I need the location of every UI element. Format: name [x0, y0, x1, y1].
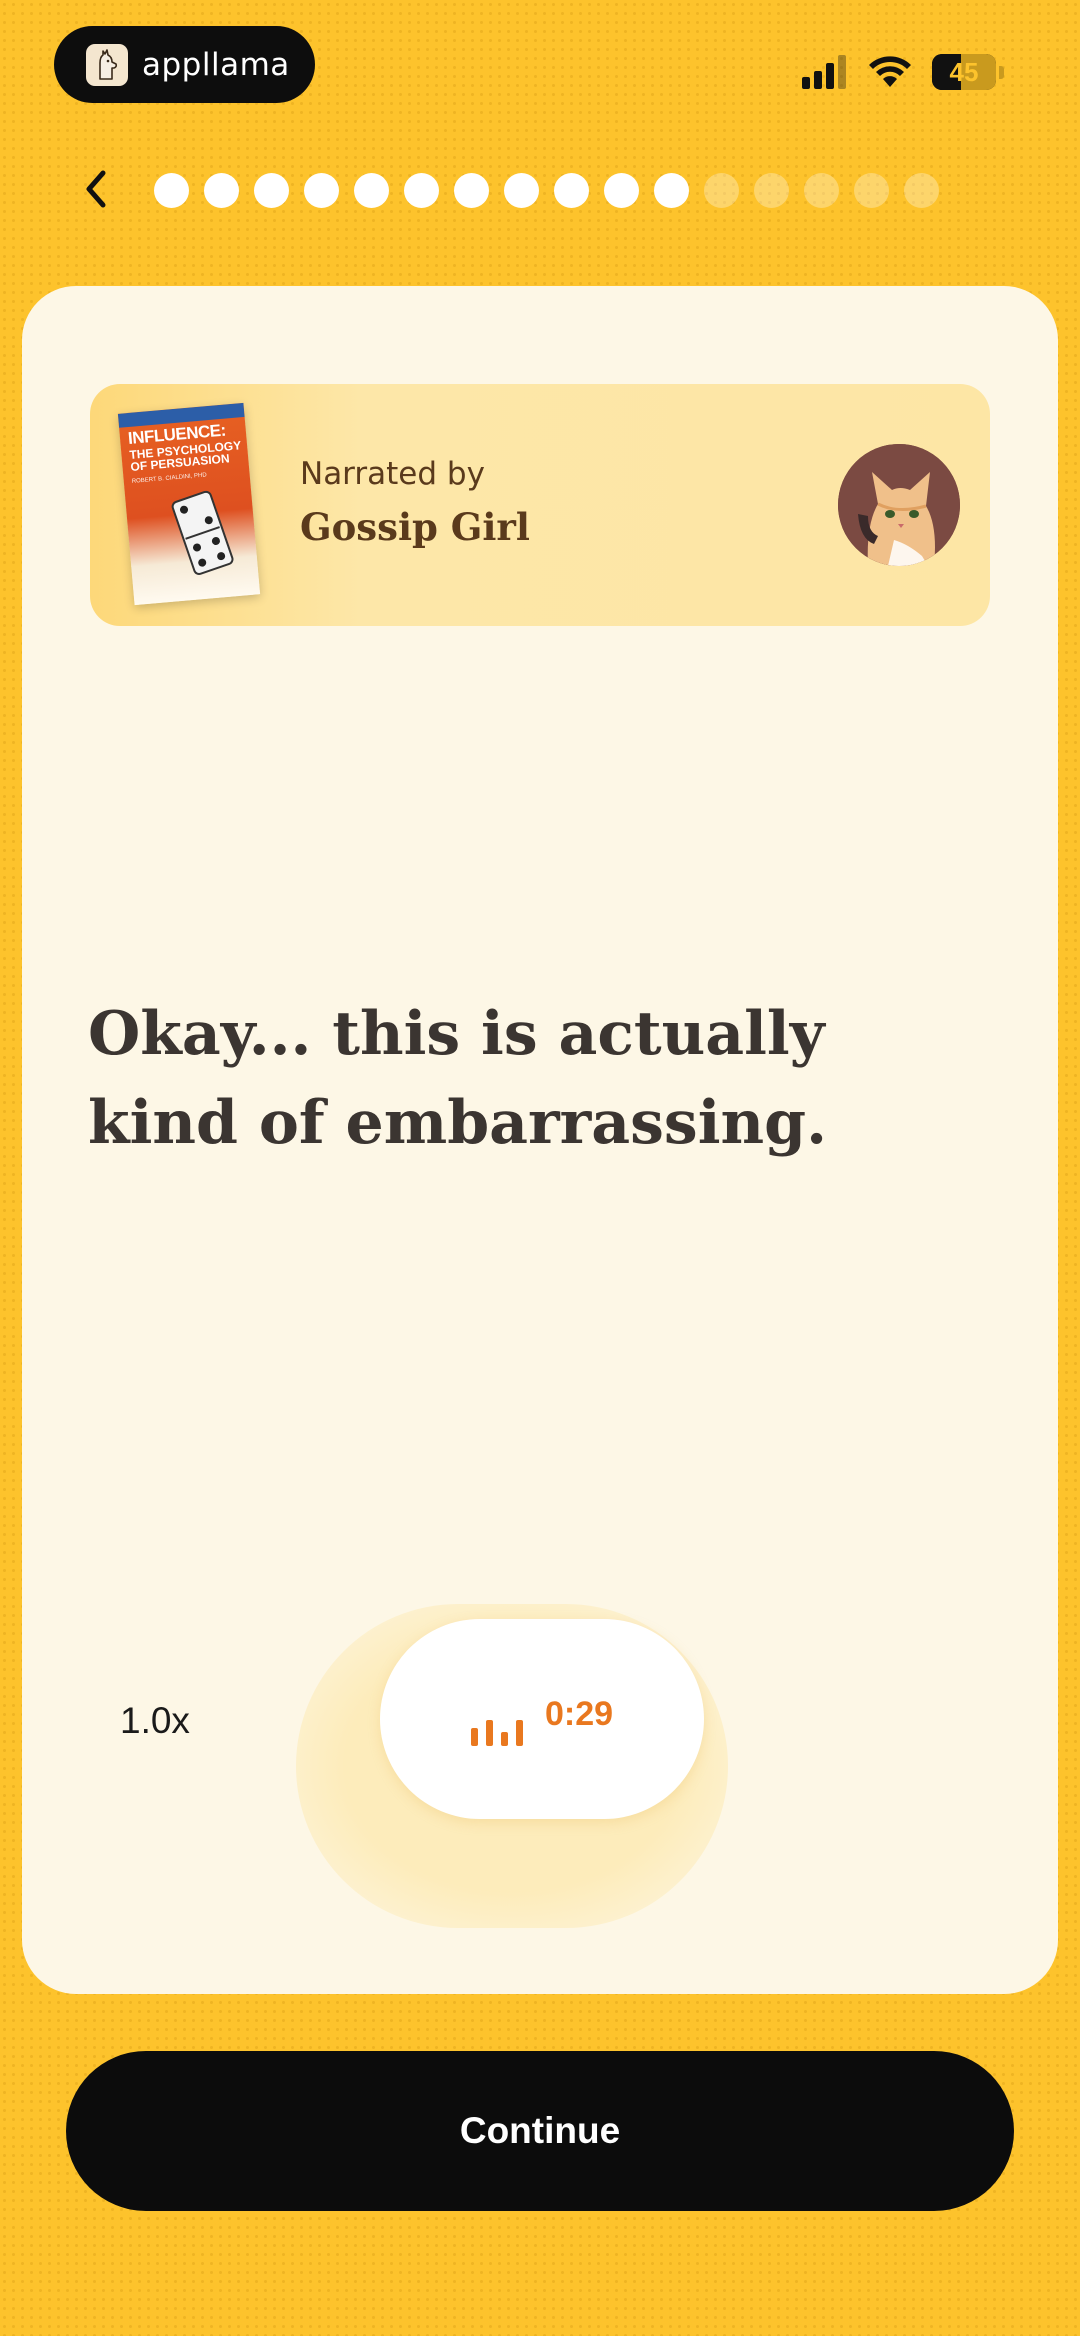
continue-button[interactable]: Continue	[66, 2051, 1014, 2211]
book-cover-author: ROBERT B. CIALDINI, PHD	[131, 472, 207, 485]
story-card: INFLUENCE: THE PSYCHOLOGY OF PERSUASION …	[22, 286, 1058, 1994]
progress-dot	[454, 173, 489, 208]
audio-time: 0:29	[544, 1694, 614, 1733]
progress-dot	[504, 173, 539, 208]
back-button[interactable]	[72, 165, 120, 213]
book-cover: INFLUENCE: THE PSYCHOLOGY OF PERSUASION …	[117, 402, 261, 606]
playback-speed-button[interactable]: 1.0x	[120, 1700, 190, 1742]
llama-logo-icon	[86, 43, 128, 86]
progress-dots	[154, 173, 939, 208]
progress-dot	[604, 173, 639, 208]
progress-dot	[354, 173, 389, 208]
progress-dot	[654, 173, 689, 208]
progress-dot	[404, 173, 439, 208]
progress-dot	[804, 173, 839, 208]
progress-dot	[304, 173, 339, 208]
audio-play-button[interactable]: 0:29	[380, 1619, 704, 1819]
progress-dot	[904, 173, 939, 208]
app-indicator-pill[interactable]: appllama	[54, 26, 315, 103]
story-quote: Okay... this is actually kind of embarra…	[88, 999, 827, 1158]
progress-dot	[754, 173, 789, 208]
audio-bars-icon	[470, 1716, 523, 1746]
back-chevron-icon	[86, 170, 106, 208]
progress-dot	[204, 173, 239, 208]
battery-percentage: 45	[949, 56, 979, 87]
progress-dot	[154, 173, 189, 208]
progress-dot	[704, 173, 739, 208]
app-name: appllama	[142, 46, 290, 83]
progress-dot	[854, 173, 889, 208]
status-icons: 45	[802, 48, 1004, 96]
narrator-avatar	[838, 444, 960, 566]
narrator-name: Gossip Girl	[300, 505, 530, 549]
signal-icon	[802, 55, 846, 89]
battery-icon: 45	[932, 54, 996, 90]
progress-dot	[254, 173, 289, 208]
progress-dot	[554, 173, 589, 208]
domino-icon	[171, 490, 234, 576]
wifi-icon	[869, 56, 911, 87]
narration-banner: INFLUENCE: THE PSYCHOLOGY OF PERSUASION …	[90, 384, 990, 626]
narrated-by-label: Narrated by	[300, 456, 485, 492]
